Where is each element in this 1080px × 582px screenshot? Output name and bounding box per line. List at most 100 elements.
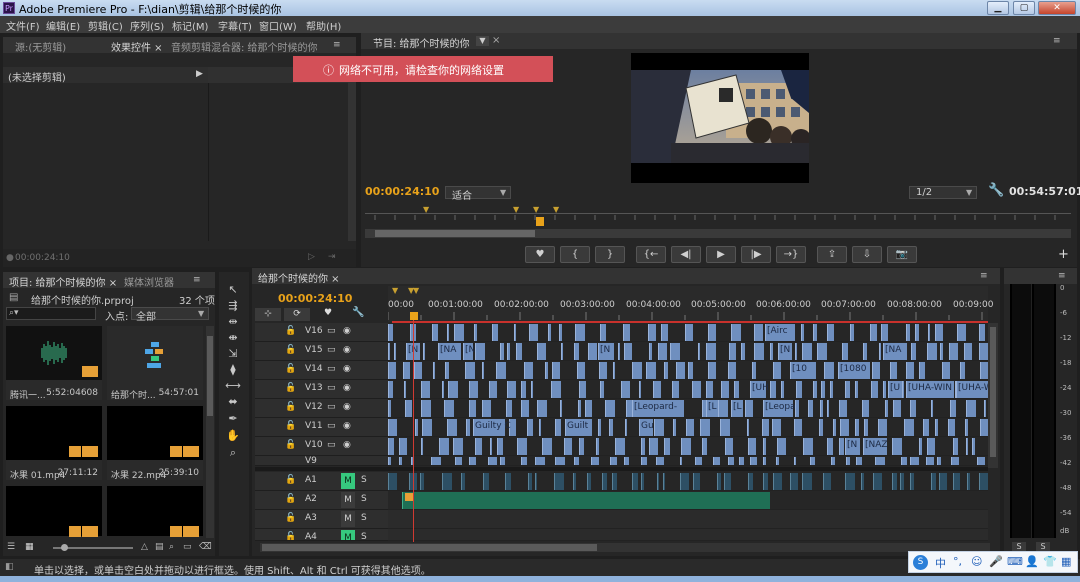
video-tracks-scrollbar[interactable]: [988, 323, 998, 468]
track-header-a2[interactable]: 🔓 A2 M S: [255, 491, 388, 510]
video-clip[interactable]: [524, 362, 533, 379]
video-clip[interactable]: [469, 400, 476, 417]
video-clip[interactable]: [846, 457, 850, 465]
audio-clip[interactable]: [979, 473, 988, 490]
audio-clip[interactable]: [612, 473, 617, 490]
wrench-icon[interactable]: 🔧: [988, 183, 1004, 198]
mark-out-button[interactable]: }: [595, 246, 625, 263]
video-clip[interactable]: [Leopard-: [632, 400, 677, 417]
video-clip[interactable]: [692, 381, 701, 398]
audio-clip[interactable]: [861, 473, 864, 490]
video-clip[interactable]: [681, 438, 691, 455]
video-clip[interactable]: [605, 400, 615, 417]
video-clip[interactable]: [537, 343, 546, 360]
video-clip[interactable]: [862, 400, 869, 417]
video-clip[interactable]: [957, 324, 966, 341]
video-clip[interactable]: [937, 457, 941, 465]
video-clip[interactable]: [686, 419, 694, 436]
video-clip[interactable]: [833, 419, 836, 436]
video-clip[interactable]: [548, 324, 551, 341]
video-clip[interactable]: [555, 419, 561, 436]
video-clip[interactable]: [529, 324, 538, 341]
video-clip[interactable]: [596, 438, 599, 455]
video-clip[interactable]: [492, 324, 498, 341]
resolution-select[interactable]: 1/2 ▼: [909, 186, 977, 199]
tab-source[interactable]: 源:(无剪辑): [15, 39, 66, 54]
audio-clip[interactable]: [939, 473, 947, 490]
video-clip[interactable]: [734, 381, 739, 398]
video-clip[interactable]: [623, 324, 630, 341]
video-clip[interactable]: [421, 381, 430, 398]
video-clip[interactable]: [514, 324, 516, 341]
video-clip[interactable]: [802, 343, 812, 360]
slide-tool-icon[interactable]: ⬌: [225, 394, 241, 409]
video-clip[interactable]: [855, 381, 858, 398]
video-clip[interactable]: [875, 457, 885, 465]
video-clip[interactable]: [649, 438, 658, 455]
audio-clip[interactable]: [823, 473, 831, 490]
razor-tool-icon[interactable]: ⧫: [225, 362, 241, 377]
video-clip[interactable]: [552, 362, 560, 379]
video-clip[interactable]: [624, 343, 632, 360]
audio-clip[interactable]: [790, 473, 798, 490]
video-clip[interactable]: [404, 381, 406, 398]
sort-icon[interactable]: △: [141, 542, 148, 552]
track-header-v12[interactable]: 🔓 V12 ▭ ◉: [255, 399, 388, 418]
video-clip[interactable]: [965, 419, 968, 436]
video-clip[interactable]: [910, 457, 919, 465]
timeline-ruler[interactable]: ▼ ▼ ▼ 00:00 00:01:00:00 00:02:00:00 00:0…: [388, 286, 993, 322]
video-clip[interactable]: [423, 343, 425, 360]
scroll-thumb[interactable]: [262, 544, 597, 551]
ime-skin-icon[interactable]: 👕: [1043, 555, 1057, 568]
video-clip[interactable]: [422, 419, 432, 436]
video-clip[interactable]: [902, 381, 904, 398]
video-clip[interactable]: [670, 343, 680, 360]
fit-select[interactable]: 适合 ▼: [445, 186, 511, 202]
video-clip[interactable]: [706, 381, 713, 398]
step-back-button[interactable]: ◀|: [671, 246, 701, 263]
video-clip[interactable]: [NA: [883, 343, 907, 360]
video-clip[interactable]: [465, 362, 475, 379]
video-clip[interactable]: [598, 419, 601, 436]
video-clip[interactable]: [728, 362, 736, 379]
mute-button[interactable]: M: [341, 473, 355, 489]
audio-clip[interactable]: [953, 473, 960, 490]
audio-clip[interactable]: [535, 473, 537, 490]
video-clip[interactable]: [649, 343, 652, 360]
eye-icon[interactable]: ◉: [343, 345, 351, 355]
video-clip[interactable]: [641, 438, 645, 455]
video-clip[interactable]: [661, 324, 668, 341]
audio-clip[interactable]: [892, 473, 897, 490]
video-clip[interactable]: [654, 419, 664, 436]
video-clip[interactable]: [521, 400, 529, 417]
track-header-v10[interactable]: 🔓 V10 ▭ ◉: [255, 437, 388, 456]
video-clip[interactable]: [794, 419, 802, 436]
video-clip[interactable]: [469, 381, 478, 398]
video-clip[interactable]: [885, 400, 888, 417]
video-clip[interactable]: [923, 419, 929, 436]
video-clip[interactable]: [579, 381, 586, 398]
video-clip[interactable]: [433, 362, 435, 379]
video-clip[interactable]: [919, 438, 922, 455]
video-clip[interactable]: [610, 457, 617, 465]
in-point-select[interactable]: 全部 ▼: [131, 307, 209, 323]
video-clip[interactable]: [641, 457, 647, 465]
video-clip[interactable]: [890, 362, 897, 379]
video-clip[interactable]: [949, 343, 958, 360]
rolling-edit-tool-icon[interactable]: ⇼: [225, 330, 241, 345]
hand-tool-icon[interactable]: ✋: [225, 428, 241, 443]
video-clip[interactable]: [781, 381, 784, 398]
video-clip[interactable]: [950, 400, 956, 417]
video-clip[interactable]: [388, 438, 394, 455]
tab-project[interactable]: 项目: 给那个时候的你 ×: [9, 274, 117, 289]
program-menu-icon[interactable]: ≡: [1053, 36, 1067, 46]
audio-clip[interactable]: [461, 473, 465, 490]
video-clip[interactable]: [Leopa: [763, 400, 796, 417]
program-dropdown-icon[interactable]: ▼: [476, 36, 489, 46]
lock-icon[interactable]: 🔓: [285, 364, 296, 374]
video-clip[interactable]: [747, 419, 749, 436]
video-clip[interactable]: [577, 362, 585, 379]
video-clip[interactable]: [770, 381, 776, 398]
tab-sequence[interactable]: 给那个时候的你 ×: [258, 270, 340, 285]
video-clip[interactable]: [688, 362, 693, 379]
